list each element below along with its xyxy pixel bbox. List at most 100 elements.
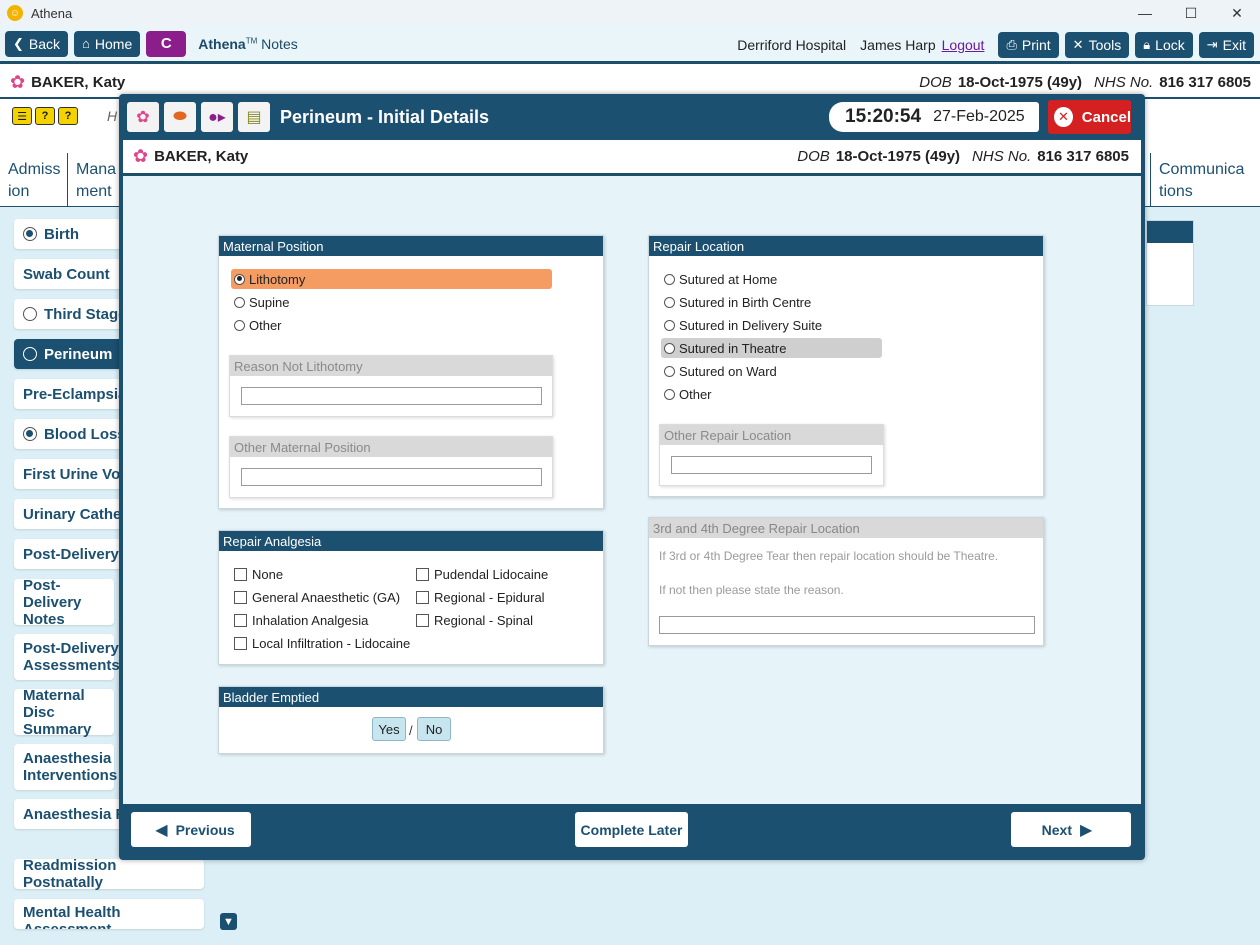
arrow-right-icon: ▶	[1080, 821, 1093, 839]
top-toolbar: ❮ Back ⌂ Home C AthenaTM Notes Derriford…	[0, 26, 1260, 64]
list-icon[interactable]: ☰	[12, 107, 32, 125]
close-window-icon[interactable]: ✕	[1214, 0, 1260, 26]
help-icon-2[interactable]: ?	[58, 107, 78, 125]
radio	[234, 273, 245, 285]
sidebar-item-post-delivery-assessments[interactable]: Post-Delivery Assessments	[14, 634, 120, 680]
sidebar-item-readmission[interactable]: Readmission Postnatally	[14, 857, 204, 891]
checkbox	[416, 590, 429, 604]
option-lithotomy[interactable]: Lithotomy	[231, 269, 552, 289]
cancel-button[interactable]: ✕ Cancel	[1048, 100, 1131, 134]
checkbox	[234, 613, 247, 627]
radio	[664, 365, 675, 377]
maximize-icon[interactable]: ☐	[1168, 0, 1214, 26]
complete-later-button[interactable]: Complete Later	[575, 812, 688, 847]
reason-not-lithotomy-input[interactable]	[241, 387, 542, 405]
modal-header: ✿ ⬬ ●▸ ▤ Perineum - Initial Details 15:2…	[119, 94, 1145, 140]
lock-button[interactable]: 🔒︎ Lock	[1135, 32, 1193, 58]
patient-name: BAKER, Katy	[154, 148, 249, 165]
option-sutured-theatre[interactable]: Sutured in Theatre	[661, 338, 882, 358]
tab-management[interactable]: Mana ment	[68, 153, 120, 207]
medication-pill-icon[interactable]: ⬬	[164, 102, 196, 132]
yes-no-separator: /	[409, 723, 413, 738]
checkbox	[416, 567, 429, 581]
reason-not-lithotomy-panel: Reason Not Lithotomy	[229, 355, 553, 417]
option-sutured-birth-centre[interactable]: Sutured in Birth Centre	[661, 292, 811, 312]
checkbox-local-infiltration[interactable]: Local Infiltration - Lidocaine	[231, 633, 410, 653]
lock-icon: 🔒︎	[1143, 37, 1151, 52]
previous-button[interactable]: ◀ Previous	[131, 812, 251, 847]
notes-icon[interactable]: ▤	[238, 102, 270, 132]
checkbox-none[interactable]: None	[231, 564, 283, 584]
option-supine[interactable]: Supine	[231, 292, 289, 312]
tools-button[interactable]: ✕ Tools	[1064, 32, 1130, 58]
flower-icon: ✿	[10, 71, 26, 92]
option-sutured-home[interactable]: Sutured at Home	[661, 269, 777, 289]
print-button[interactable]: ⎙ Print	[998, 32, 1059, 58]
other-maternal-position-panel: Other Maternal Position	[229, 436, 553, 498]
panel-title: 3rd and 4th Degree Repair Location	[649, 518, 1043, 538]
person-play-icon[interactable]: ●▸	[201, 102, 233, 132]
checkbox-general-anaesthetic[interactable]: General Anaesthetic (GA)	[231, 587, 400, 607]
panel-title: Bladder Emptied	[219, 687, 603, 707]
option-sutured-delivery-suite[interactable]: Sutured in Delivery Suite	[661, 315, 822, 335]
panel-title: Maternal Position	[219, 236, 603, 256]
sidebar-item-maternal-discharge[interactable]: Maternal Disc Summary	[14, 687, 114, 738]
sidebar-item-post-delivery-notes[interactable]: Post-Delivery Notes	[14, 577, 114, 628]
sidebar-item-anaesthesia-interventions[interactable]: Anaesthesia Interventions	[14, 744, 117, 790]
chevron-left-icon: ❮	[13, 35, 24, 51]
checkbox	[416, 613, 429, 627]
checkbox-regional-spinal[interactable]: Regional - Spinal	[413, 610, 533, 630]
repair-location-panel: Repair Location Sutured at Home Sutured …	[648, 235, 1044, 497]
checkbox	[234, 567, 247, 581]
patient-info: DOB 18-Oct-1975 (49y) NHS No. 816 317 6805	[919, 74, 1251, 91]
checkbox-regional-epidural[interactable]: Regional - Epidural	[413, 587, 545, 607]
modal-patient-bar: ✿ BAKER, Katy DOB 18-Oct-1975 (49y) NHS No…	[123, 140, 1141, 176]
degree-repair-reason-input[interactable]	[659, 616, 1035, 634]
radio	[664, 296, 675, 308]
flower-icon[interactable]: ✿	[127, 102, 159, 132]
status-radio	[23, 347, 37, 361]
app-brand: AthenaTM Notes	[198, 35, 298, 52]
degree-repair-note-1: If 3rd or 4th Degree Tear then repair lo…	[659, 549, 999, 563]
next-button[interactable]: Next ▶	[1011, 812, 1131, 847]
option-sutured-ward[interactable]: Sutured on Ward	[661, 361, 777, 381]
arrow-left-icon: ◀	[155, 821, 168, 839]
radio	[234, 319, 245, 331]
help-icon[interactable]: ?	[35, 107, 55, 125]
option-other[interactable]: Other	[661, 384, 712, 404]
checkbox	[234, 636, 247, 650]
checkbox-pudendal-lidocaine[interactable]: Pudendal Lidocaine	[413, 564, 548, 584]
back-button[interactable]: ❮ Back	[5, 30, 69, 57]
exit-button[interactable]: ⇥ Exit	[1198, 32, 1254, 58]
radio	[664, 273, 675, 285]
panel-title: Repair Analgesia	[219, 531, 603, 551]
scroll-down-icon[interactable]: ▼	[220, 913, 237, 930]
panel-title: Repair Location	[649, 236, 1043, 256]
radio	[664, 388, 675, 400]
yes-button[interactable]: Yes	[372, 717, 406, 741]
background-right-panel	[1146, 220, 1194, 306]
close-icon: ✕	[1054, 107, 1073, 127]
tab-communications[interactable]: Communica tions	[1150, 153, 1254, 207]
maternal-position-panel: Maternal Position Lithotomy Supine Other…	[218, 235, 604, 509]
window-title: Athena	[31, 5, 73, 21]
option-other[interactable]: Other	[231, 315, 282, 335]
home-button[interactable]: ⌂ Home	[74, 30, 141, 57]
no-button[interactable]: No	[417, 717, 451, 741]
sidebar-item-mental-health[interactable]: Mental Health Assessment	[14, 899, 204, 929]
logout-link[interactable]: Logout	[942, 37, 985, 53]
status-radio	[23, 427, 37, 441]
status-radio	[23, 307, 37, 321]
other-repair-location-input[interactable]	[671, 456, 872, 474]
user-name: James Harp	[860, 37, 936, 53]
checkbox-inhalation-analgesia[interactable]: Inhalation Analgesia	[231, 610, 368, 630]
flower-icon: ✿	[133, 146, 149, 166]
background-icon-row: ☰ ? ?	[12, 107, 81, 125]
bladder-emptied-panel: Bladder Emptied Yes / No	[218, 686, 604, 754]
minimize-icon[interactable]: —	[1122, 0, 1168, 26]
tools-icon: ✕	[1072, 37, 1084, 52]
other-maternal-position-input[interactable]	[241, 468, 542, 486]
repair-analgesia-panel: Repair Analgesia None General Anaestheti…	[218, 530, 604, 665]
c-button[interactable]: C	[146, 30, 187, 57]
tab-admission[interactable]: Admiss ion	[0, 153, 68, 207]
